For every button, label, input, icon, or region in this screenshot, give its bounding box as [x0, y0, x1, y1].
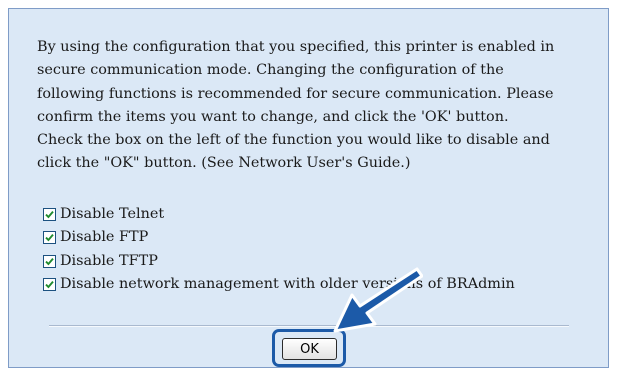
checkmark-icon	[45, 257, 54, 266]
disable-ftp-checkbox[interactable]	[43, 231, 56, 245]
option-label: Disable FTP	[60, 229, 149, 246]
option-disable-tftp: Disable TFTP	[43, 249, 515, 273]
option-disable-legacy-bradmin: Disable network management with older ve…	[43, 273, 515, 297]
security-settings-dialog: By using the configuration that you spec…	[8, 8, 609, 368]
checkmark-icon	[45, 210, 54, 219]
disable-telnet-checkbox[interactable]	[43, 207, 56, 221]
divider	[49, 325, 569, 327]
ok-button[interactable]: OK	[282, 338, 337, 360]
option-disable-ftp: Disable FTP	[43, 226, 515, 250]
option-disable-telnet: Disable Telnet	[43, 202, 515, 226]
arrow-icon	[333, 267, 423, 333]
option-label: Disable TFTP	[60, 252, 158, 269]
dialog-message: By using the configuration that you spec…	[37, 39, 555, 172]
option-label: Disable Telnet	[60, 205, 165, 222]
checkmark-icon	[45, 281, 54, 289]
checkmark-icon	[45, 234, 54, 242]
disable-tftp-checkbox[interactable]	[43, 254, 56, 268]
disable-legacy-bradmin-checkbox[interactable]	[43, 278, 56, 292]
option-label: Disable network management with older ve…	[60, 276, 515, 293]
option-list: Disable Telnet Disable FTP Disable TFTP …	[43, 202, 515, 296]
